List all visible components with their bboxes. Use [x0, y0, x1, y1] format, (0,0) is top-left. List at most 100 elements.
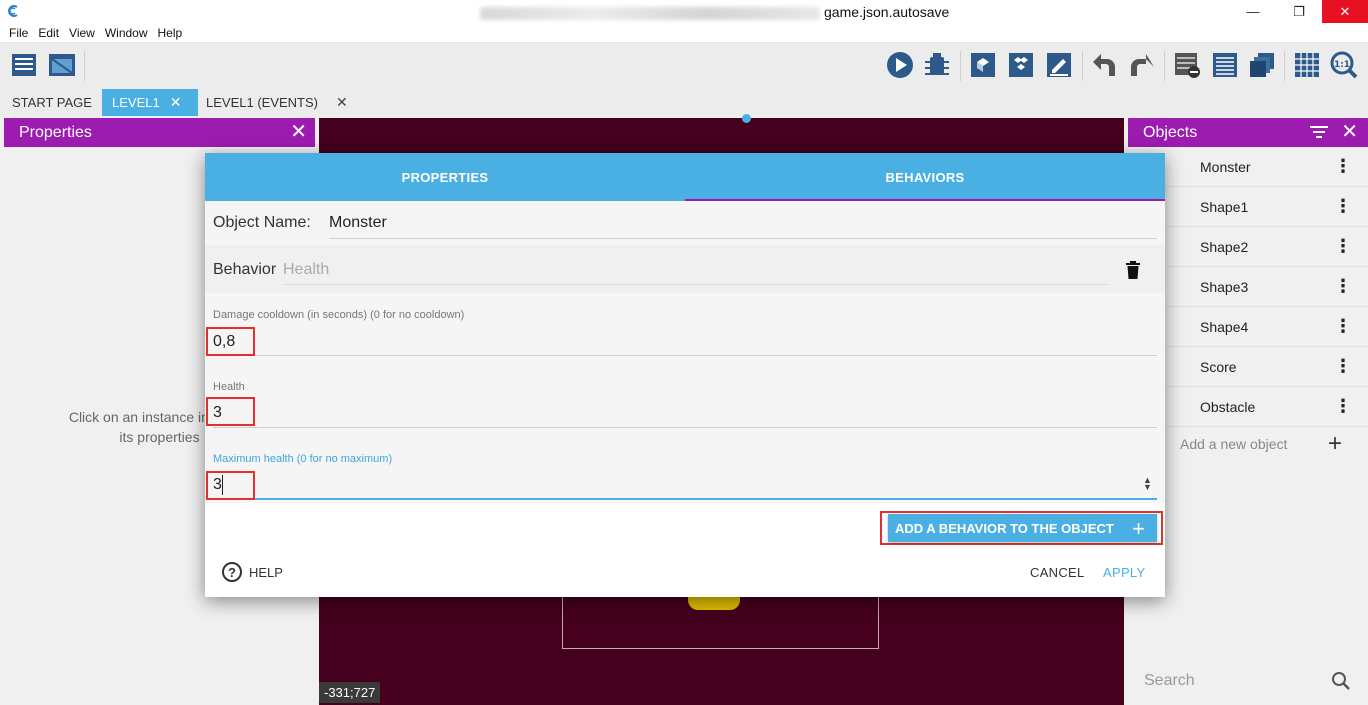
- menu-view[interactable]: View: [64, 26, 100, 40]
- add-object-plus-icon[interactable]: +: [1328, 430, 1342, 458]
- svg-text:1:1: 1:1: [1334, 60, 1350, 70]
- menu-window[interactable]: Window: [100, 26, 153, 40]
- object-3d-icon[interactable]: [968, 50, 998, 80]
- help-icon: ?: [222, 562, 242, 582]
- objects-search-input[interactable]: Search: [1144, 672, 1195, 690]
- behavior-row: Behavior Health: [205, 245, 1165, 293]
- preview-play-icon[interactable]: [885, 50, 915, 80]
- object-label: Shape4: [1200, 318, 1249, 335]
- objects-panel-header: Objects ✕: [1128, 118, 1368, 147]
- highlight-box: [206, 471, 255, 500]
- menu-file[interactable]: File: [4, 26, 33, 40]
- minimize-button[interactable]: —: [1230, 0, 1276, 23]
- more-options-icon[interactable]: ⋮: [1334, 276, 1352, 297]
- maximum-health-label: Maximum health (0 for no maximum): [213, 453, 393, 465]
- add-object-label[interactable]: Add a new object: [1180, 436, 1287, 452]
- toolbar: 1:1: [0, 43, 1368, 89]
- number-spinner-icon[interactable]: ▲ ▼: [1143, 476, 1152, 492]
- properties-panel-title: Properties: [19, 123, 92, 141]
- tab-close-icon[interactable]: ✕: [170, 94, 182, 111]
- title-bar: game.json.autosave — ❐ ✕: [0, 0, 1368, 23]
- help-button[interactable]: ? HELP: [222, 562, 283, 582]
- cancel-button[interactable]: CANCEL: [1030, 565, 1085, 580]
- toolbar-separator: [960, 51, 961, 81]
- tab-level1[interactable]: LEVEL1 ✕: [102, 89, 198, 116]
- input-underline: [329, 238, 1157, 239]
- edit-properties-icon[interactable]: [1044, 50, 1074, 80]
- object-name-label: Object Name:: [213, 214, 311, 231]
- toolbar-separator: [1284, 51, 1285, 81]
- instances-list-icon[interactable]: [1172, 50, 1202, 80]
- object-name-row: Object Name: Monster: [205, 201, 1165, 245]
- health-label: Health: [213, 381, 245, 393]
- close-panel-icon[interactable]: ✕: [290, 122, 307, 142]
- behavior-fields: Damage cooldown (in seconds) (0 for no c…: [205, 293, 1165, 503]
- debugger-bug-icon[interactable]: [922, 50, 952, 80]
- add-behavior-button[interactable]: ADD A BEHAVIOR TO THE OBJECT +: [888, 514, 1157, 542]
- project-manager-icon[interactable]: [10, 50, 40, 80]
- redo-icon[interactable]: [1127, 50, 1157, 80]
- scene-coordinates: -331;727: [319, 682, 381, 703]
- damage-cooldown-label: Damage cooldown (in seconds) (0 for no c…: [213, 309, 465, 321]
- zoom-reset-icon[interactable]: 1:1: [1329, 50, 1359, 80]
- minimize-icon: —: [1246, 4, 1260, 19]
- input-underline: [213, 355, 1157, 356]
- more-options-icon[interactable]: ⋮: [1334, 316, 1352, 337]
- objects-panel-title: Objects: [1143, 123, 1198, 141]
- input-underline: [213, 427, 1157, 428]
- highlight-box: [206, 327, 255, 356]
- grid-icon[interactable]: [1292, 50, 1322, 80]
- undo-icon[interactable]: [1089, 50, 1119, 80]
- start-page-icon[interactable]: [47, 50, 77, 80]
- tab-behaviors[interactable]: BEHAVIORS: [685, 153, 1165, 201]
- close-panel-icon[interactable]: ✕: [1341, 122, 1358, 142]
- input-underline: [283, 284, 1109, 285]
- close-icon: ✕: [1339, 3, 1351, 19]
- object-label: Shape1: [1200, 198, 1249, 215]
- layers-stack-icon[interactable]: [1247, 50, 1277, 80]
- delete-behavior-icon[interactable]: [1125, 261, 1141, 279]
- toolbar-separator: [1082, 51, 1083, 81]
- highlight-box: [206, 397, 255, 426]
- object-label: Monster: [1200, 158, 1251, 175]
- toolbar-separator: [1164, 51, 1165, 81]
- tab-properties[interactable]: PROPERTIES: [205, 153, 685, 201]
- search-icon[interactable]: [1331, 671, 1351, 691]
- object-label: Shape2: [1200, 238, 1249, 255]
- tab-level1-events[interactable]: LEVEL1 (EVENTS) ✕: [196, 89, 356, 116]
- apply-button[interactable]: APPLY: [1103, 565, 1145, 580]
- object-label: Obstacle: [1200, 398, 1256, 415]
- object-label: Shape3: [1200, 278, 1249, 295]
- more-options-icon[interactable]: ⋮: [1334, 156, 1352, 177]
- restore-icon: ❐: [1293, 3, 1305, 19]
- tab-close-icon[interactable]: ✕: [336, 94, 348, 111]
- more-options-icon[interactable]: ⋮: [1334, 356, 1352, 377]
- layers-list-icon[interactable]: [1210, 50, 1240, 80]
- restore-button[interactable]: ❐: [1276, 0, 1322, 23]
- object-name-input[interactable]: Monster: [329, 214, 387, 232]
- input-underline-focused: [213, 498, 1157, 500]
- object-label: Score: [1200, 358, 1237, 375]
- behavior-label: Behavior: [213, 261, 277, 278]
- title-blurred-path: [480, 6, 820, 20]
- window-title: game.json.autosave: [480, 4, 949, 20]
- object-groups-icon[interactable]: [1006, 50, 1036, 80]
- more-options-icon[interactable]: ⋮: [1334, 196, 1352, 217]
- more-options-icon[interactable]: ⋮: [1334, 396, 1352, 417]
- scene-handle: [742, 114, 751, 123]
- behavior-name-input[interactable]: Health: [283, 261, 329, 279]
- menu-help[interactable]: Help: [153, 26, 188, 40]
- editor-tabs: START PAGE LEVEL1 ✕ LEVEL1 (EVENTS) ✕: [0, 89, 1368, 116]
- gdevelop-logo-icon: [8, 5, 18, 17]
- plus-icon: +: [1132, 516, 1145, 541]
- dialog-tabs: PROPERTIES BEHAVIORS: [205, 153, 1165, 201]
- toolbar-separator: [84, 51, 85, 81]
- object-editor-dialog: PROPERTIES BEHAVIORS Object Name: Monste…: [205, 153, 1165, 597]
- properties-panel-header: Properties ✕: [4, 118, 315, 147]
- close-window-button[interactable]: ✕: [1322, 0, 1368, 23]
- menu-bar: File Edit View Window Help: [0, 23, 1368, 43]
- menu-edit[interactable]: Edit: [33, 26, 64, 40]
- tab-start-page[interactable]: START PAGE: [2, 89, 102, 116]
- filter-icon[interactable]: [1310, 125, 1328, 139]
- more-options-icon[interactable]: ⋮: [1334, 236, 1352, 257]
